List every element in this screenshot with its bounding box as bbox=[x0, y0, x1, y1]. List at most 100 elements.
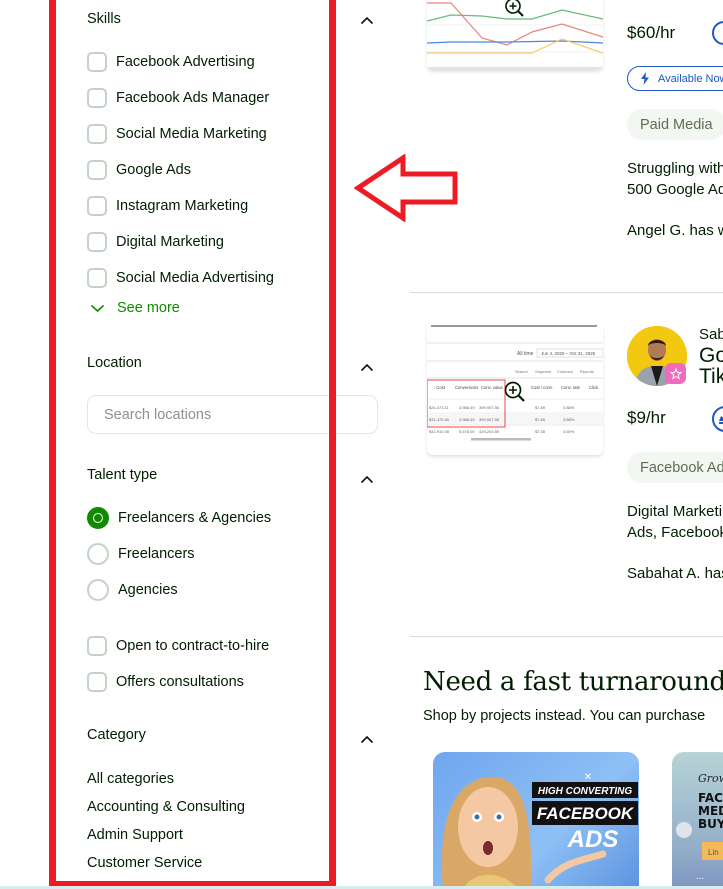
collapse-location-chevron-up-icon[interactable] bbox=[360, 363, 374, 373]
option-label: Social Media Advertising bbox=[116, 270, 274, 286]
see-more-skills-link[interactable]: See more bbox=[90, 300, 180, 316]
talent-type-section-title: Talent type bbox=[87, 467, 158, 483]
skill-chip[interactable]: Facebook Ads bbox=[627, 452, 723, 483]
portfolio-thumbnail-table[interactable]: All time Jun 4, 2025 – Oct 31, 2025 Sear… bbox=[427, 325, 603, 455]
skill-checkbox-google-ads[interactable]: Google Ads bbox=[87, 158, 191, 182]
checkbox[interactable] bbox=[87, 672, 107, 692]
checkbox-offers-consultations[interactable]: Offers consultations bbox=[87, 670, 244, 694]
checkbox[interactable] bbox=[87, 636, 107, 656]
search-locations-input[interactable] bbox=[87, 395, 378, 434]
annotation-arrow-left-icon bbox=[354, 154, 458, 222]
checkbox[interactable] bbox=[87, 196, 107, 216]
svg-text:3.69%: 3.69% bbox=[563, 429, 575, 434]
checkbox[interactable] bbox=[87, 268, 107, 288]
collapse-category-chevron-up-icon[interactable] bbox=[360, 735, 374, 745]
description-line: Ads, Facebook bbox=[627, 524, 723, 541]
svg-text:Conv. rate: Conv. rate bbox=[561, 385, 581, 390]
svg-text:↓ Cost: ↓ Cost bbox=[433, 385, 446, 390]
svg-text:Lin: Lin bbox=[708, 848, 719, 857]
skill-checkbox-social-media-advertising[interactable]: Social Media Advertising bbox=[87, 266, 274, 290]
svg-text:3.88%: 3.88% bbox=[563, 405, 575, 410]
option-label: Open to contract-to-hire bbox=[116, 638, 270, 654]
category-all-categories[interactable]: All categories bbox=[87, 771, 174, 787]
category-section-title: Category bbox=[87, 727, 146, 743]
option-label: Facebook Advertising bbox=[116, 54, 255, 70]
option-label: Facebook Ads Manager bbox=[116, 90, 270, 106]
result-divider bbox=[410, 292, 723, 293]
category-customer-service[interactable]: Customer Service bbox=[87, 855, 202, 871]
svg-text:All time: All time bbox=[517, 351, 534, 357]
option-label: Google Ads bbox=[116, 162, 191, 178]
svg-text:MED: MED bbox=[698, 804, 723, 818]
checkbox[interactable] bbox=[87, 160, 107, 180]
chevron-down-icon bbox=[90, 304, 105, 312]
freelancer-title-line: Tik bbox=[699, 365, 723, 388]
svg-text:Cost / conv.: Cost / conv. bbox=[531, 385, 553, 390]
skill-checkbox-instagram-marketing[interactable]: Instagram Marketing bbox=[87, 194, 248, 218]
freelancer-title-line: Go bbox=[699, 344, 723, 367]
work-history-summary: Angel G. has w bbox=[627, 222, 723, 239]
svg-text:$7.89: $7.89 bbox=[535, 405, 546, 410]
option-label: Freelancers bbox=[118, 546, 195, 562]
lightning-icon bbox=[641, 72, 649, 85]
checkbox-open-to-contract-to-hire[interactable]: Open to contract-to-hire bbox=[87, 634, 269, 658]
category-accounting-consulting[interactable]: Accounting & Consulting bbox=[87, 799, 245, 815]
description-line: Digital Marketing bbox=[627, 503, 723, 520]
option-label: Offers consultations bbox=[116, 674, 244, 690]
rising-talent-badge-icon bbox=[665, 363, 686, 384]
svg-text:...: ... bbox=[696, 871, 704, 882]
skill-checkbox-social-media-marketing[interactable]: Social Media Marketing bbox=[87, 122, 267, 146]
category-admin-support[interactable]: Admin Support bbox=[87, 827, 183, 843]
radio[interactable] bbox=[87, 579, 109, 601]
talent-radio-freelancers[interactable]: Freelancers bbox=[87, 542, 195, 566]
hourly-rate: $9/hr bbox=[627, 408, 666, 427]
project-thumbnail-image: Grow FACE MED BUYI Lin ... bbox=[676, 772, 723, 882]
checkbox[interactable] bbox=[87, 88, 107, 108]
svg-text:$7.38: $7.38 bbox=[535, 429, 546, 434]
project-image-text: FACEBOOK bbox=[537, 804, 635, 823]
svg-text:Search: Search bbox=[515, 369, 528, 374]
svg-text:5,678.00: 5,678.00 bbox=[459, 429, 475, 434]
svg-text:399,907.56: 399,907.56 bbox=[479, 405, 500, 410]
project-image-text: ADS bbox=[567, 826, 619, 853]
projects-heading: Need a fast turnaround? bbox=[423, 667, 723, 697]
checkbox[interactable] bbox=[87, 232, 107, 252]
svg-text:Jun 4, 2025 – Oct 31, 2025: Jun 4, 2025 – Oct 31, 2025 bbox=[541, 351, 596, 356]
location-section-title: Location bbox=[87, 355, 142, 371]
svg-text:Conversions: Conversions bbox=[455, 385, 478, 390]
svg-text:Click: Click bbox=[589, 385, 599, 390]
collapse-talent-type-chevron-up-icon[interactable] bbox=[360, 475, 374, 485]
portfolio-thumbnail-chart[interactable] bbox=[427, 0, 603, 70]
skill-checkbox-digital-marketing[interactable]: Digital Marketing bbox=[87, 230, 224, 254]
checkbox[interactable] bbox=[87, 124, 107, 144]
checkbox[interactable] bbox=[87, 52, 107, 72]
skill-chip[interactable]: Paid Media bbox=[627, 109, 723, 140]
description: Digital Marketing Ads, Facebook bbox=[627, 501, 723, 543]
hourly-rate: $60/hr bbox=[627, 23, 676, 42]
freelancer-name[interactable]: Sab bbox=[699, 326, 723, 343]
project-card-1[interactable]: ✕ HIGH CONVERTING FACEBOOK ADS bbox=[433, 752, 639, 889]
option-label: Digital Marketing bbox=[116, 234, 224, 250]
skill-checkbox-facebook-advertising[interactable]: Facebook Advertising bbox=[87, 50, 255, 74]
skill-checkbox-facebook-ads-manager[interactable]: Facebook Ads Manager bbox=[87, 86, 269, 110]
skills-section-title: Skills bbox=[87, 11, 121, 27]
talent-radio-agencies[interactable]: Agencies bbox=[87, 578, 178, 602]
svg-text:Columns: Columns bbox=[557, 369, 573, 374]
radio-selected[interactable] bbox=[87, 507, 109, 529]
svg-text:3,988.49: 3,988.49 bbox=[459, 405, 475, 410]
expert-vetted-crown-icon bbox=[712, 406, 723, 432]
svg-text:$7.89: $7.89 bbox=[535, 417, 546, 422]
zoom-in-icon[interactable] bbox=[504, 0, 526, 19]
see-more-label: See more bbox=[117, 300, 180, 316]
svg-text:$41,910.05: $41,910.05 bbox=[429, 429, 450, 434]
radio[interactable] bbox=[87, 543, 109, 565]
collapse-skills-chevron-up-icon[interactable] bbox=[360, 16, 374, 26]
project-card-2[interactable]: Grow FACE MED BUYI Lin ... bbox=[672, 752, 723, 889]
zoom-in-icon[interactable] bbox=[503, 380, 527, 404]
svg-text:Grow: Grow bbox=[698, 772, 723, 785]
talent-radio-freelancers-agencies[interactable]: Freelancers & Agencies bbox=[87, 506, 271, 530]
svg-text:$31,470.50: $31,470.50 bbox=[429, 417, 450, 422]
svg-text:✕: ✕ bbox=[584, 772, 592, 783]
work-history-summary: Sabahat A. has bbox=[627, 565, 723, 582]
description: Struggling with 500 Google Ads bbox=[627, 158, 723, 200]
